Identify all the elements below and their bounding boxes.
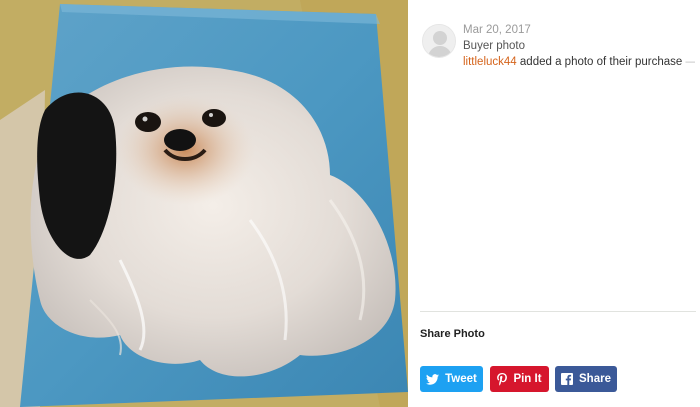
photo-details-panel: Mar 20, 2017 Buyer photo littleluck44 ad… (408, 0, 700, 407)
activity-line: littleluck44 added a photo of their purc… (463, 54, 695, 70)
pin-it-label: Pin It (513, 373, 542, 385)
review-header: Mar 20, 2017 Buyer photo littleluck44 ad… (422, 22, 695, 72)
buyer-photo[interactable] (0, 0, 408, 407)
share-label: Share (579, 373, 611, 385)
photo-type-label: Buyer photo (463, 40, 526, 52)
pin-it-button[interactable]: Pin It (490, 366, 549, 392)
default-user-icon (423, 25, 455, 57)
truncation-mark: — (686, 56, 695, 68)
divider (420, 311, 696, 312)
photo-lightbox: Mar 20, 2017 Buyer photo littleluck44 ad… (0, 0, 700, 407)
tweet-label: Tweet (445, 373, 477, 385)
avatar[interactable] (422, 24, 456, 58)
tweet-button[interactable]: Tweet (420, 366, 483, 392)
share-heading: Share Photo (420, 328, 485, 340)
activity-text: added a photo of their purchase (519, 56, 683, 68)
dog-painting-image (0, 0, 408, 407)
review-meta: Mar 20, 2017 Buyer photo littleluck44 ad… (463, 22, 695, 70)
review-date: Mar 20, 2017 (463, 24, 531, 36)
pinterest-icon (497, 372, 508, 386)
twitter-icon (426, 373, 440, 385)
facebook-icon (561, 373, 574, 385)
username-link[interactable]: littleluck44 (463, 56, 517, 68)
facebook-share-button[interactable]: Share (555, 366, 617, 392)
